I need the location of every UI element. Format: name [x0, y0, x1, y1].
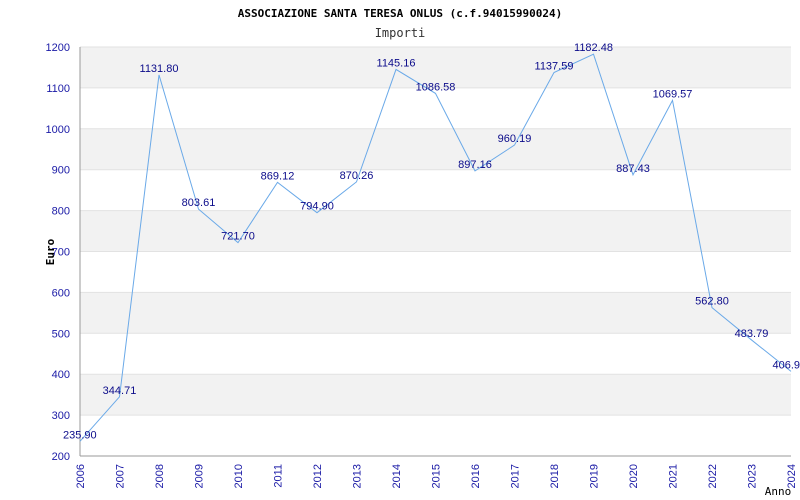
- line-chart: 200300400500600700800900100011001200 200…: [44, 7, 800, 498]
- data-label: 344.71: [103, 385, 137, 397]
- data-label: 406.9: [772, 359, 800, 371]
- data-label: 1137.59: [535, 61, 574, 73]
- grid-band: [80, 292, 791, 334]
- x-tick-label: 2021: [668, 464, 680, 488]
- data-label: 1131.80: [140, 63, 179, 75]
- data-label: 794.90: [300, 201, 334, 213]
- data-label: 235.90: [63, 429, 97, 441]
- x-axis-label: Anno: [765, 485, 792, 498]
- data-label: 562.80: [695, 296, 729, 308]
- data-label: 960.19: [498, 133, 532, 145]
- data-label: 870.26: [340, 170, 374, 182]
- data-label: 483.79: [735, 328, 769, 340]
- chart-title: ASSOCIAZIONE SANTA TERESA ONLUS (c.f.940…: [238, 7, 563, 20]
- x-tick-label: 2023: [747, 464, 759, 488]
- x-tick-label: 2020: [628, 464, 640, 488]
- data-label: 1145.16: [377, 57, 416, 69]
- y-tick-label: 800: [52, 206, 70, 218]
- data-label: 1086.58: [416, 81, 456, 93]
- grid-band: [80, 374, 791, 416]
- y-axis-label: Euro: [44, 238, 57, 265]
- y-tick-label: 200: [52, 451, 70, 463]
- data-label: 1182.48: [574, 42, 613, 54]
- y-tick-label: 300: [52, 410, 70, 422]
- x-tick-label: 2011: [273, 464, 285, 488]
- y-tick-label: 900: [52, 165, 70, 177]
- data-label: 1069.57: [653, 88, 693, 100]
- x-tick-label: 2022: [707, 464, 719, 488]
- x-tick-label: 2017: [510, 464, 522, 488]
- data-label: 887.43: [616, 163, 650, 175]
- y-tick-label: 400: [52, 369, 70, 381]
- data-label: 721.70: [221, 231, 255, 243]
- grid-bands: [80, 47, 791, 416]
- x-tick-label: 2014: [391, 464, 403, 488]
- x-tick-label: 2008: [154, 464, 166, 488]
- data-label: 869.12: [261, 170, 295, 182]
- y-tick-label: 600: [52, 287, 70, 299]
- x-tick-label: 2018: [549, 464, 561, 488]
- x-tick-label: 2019: [589, 464, 601, 488]
- x-tick-label: 2006: [75, 464, 87, 488]
- x-tick-label: 2009: [194, 464, 206, 488]
- x-tick-label: 2010: [233, 464, 245, 488]
- x-tick-label: 2012: [312, 464, 324, 488]
- chart-subtitle: Importi: [375, 26, 426, 40]
- y-tick-label: 1000: [46, 124, 70, 136]
- y-tick-label: 500: [52, 328, 70, 340]
- data-label: 803.61: [182, 197, 216, 209]
- data-label: 897.16: [458, 159, 492, 171]
- y-tick-label: 1200: [46, 42, 70, 54]
- x-tick-labels: 2006 2007 2008 2009 2010 2011 2012 2013 2014 2015…: [75, 464, 798, 488]
- x-tick-label: 2013: [352, 464, 364, 488]
- x-tick-label: 2016: [470, 464, 482, 488]
- x-tick-label: 2015: [431, 464, 443, 488]
- x-tick-label: 2007: [115, 464, 127, 488]
- y-tick-label: 1100: [46, 83, 70, 95]
- grid-band: [80, 210, 791, 252]
